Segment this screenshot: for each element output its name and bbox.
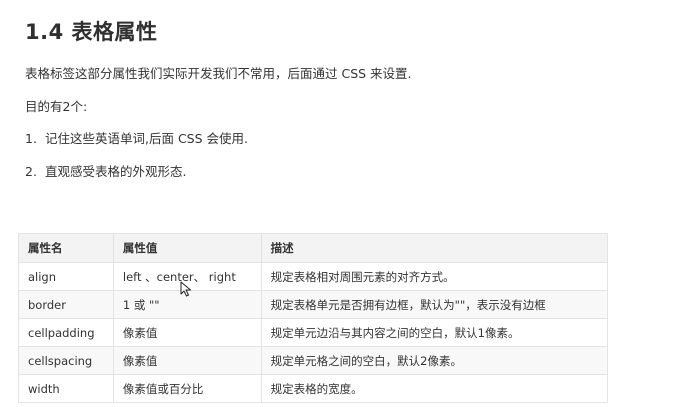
document-page: 1.4 表格属性 表格标签这部分属性我们实际开发我们不常用，后面通过 CSS 来… xyxy=(0,0,685,407)
table-row: border 1 或 "" 规定表格单元是否拥有边框，默认为""，表示没有边框 xyxy=(18,290,609,319)
column-header-description: 描述 xyxy=(260,233,609,263)
attribute-description-cell: 规定单元边沿与其内容之间的空白，默认1像素。 xyxy=(260,318,609,347)
purpose-label: 目的有2个: xyxy=(25,99,88,114)
attribute-value-cell: left 、center、 right xyxy=(112,262,262,291)
intro-paragraph: 表格标签这部分属性我们实际开发我们不常用，后面通过 CSS 来设置. xyxy=(25,66,412,81)
attribute-description-cell: 规定单元格之间的空白，默认2像素。 xyxy=(260,346,609,375)
attribute-name-cell: cellpadding xyxy=(18,318,114,347)
attribute-name-cell: align xyxy=(18,262,114,291)
attribute-name-cell: width xyxy=(18,374,114,403)
attribute-value-cell: 1 或 "" xyxy=(112,290,262,319)
attribute-value-cell: 像素值或百分比 xyxy=(112,374,262,403)
goal-number: 2. xyxy=(25,164,37,179)
table-row: cellpadding 像素值 规定单元边沿与其内容之间的空白，默认1像素。 xyxy=(18,318,609,347)
goal-list-item: 1. 记住这些英语单词,后面 CSS 会使用. xyxy=(25,128,248,147)
section-heading: 1.4 表格属性 xyxy=(25,20,158,44)
table-row: width 像素值或百分比 规定表格的宽度。 xyxy=(18,374,609,403)
goal-number: 1. xyxy=(25,131,37,146)
attribute-name-cell: cellspacing xyxy=(18,346,114,375)
goal-list-item: 2. 直观感受表格的外观形态. xyxy=(25,161,186,180)
column-header-value: 属性值 xyxy=(112,233,262,263)
attribute-description-cell: 规定表格的宽度。 xyxy=(260,374,609,403)
column-header-name: 属性名 xyxy=(18,233,114,263)
attribute-description-cell: 规定表格相对周围元素的对齐方式。 xyxy=(260,262,609,291)
table-header-row: 属性名 属性值 描述 xyxy=(18,233,609,263)
goal-text: 直观感受表格的外观形态. xyxy=(45,164,187,179)
table-row: cellspacing 像素值 规定单元格之间的空白，默认2像素。 xyxy=(18,346,609,375)
goal-text: 记住这些英语单词,后面 CSS 会使用. xyxy=(45,131,248,146)
attribute-description-cell: 规定表格单元是否拥有边框，默认为""，表示没有边框 xyxy=(260,290,609,319)
attribute-value-cell: 像素值 xyxy=(112,346,262,375)
table-row: align left 、center、 right 规定表格相对周围元素的对齐方… xyxy=(18,262,609,291)
table-attributes-table: 属性名 属性值 描述 align left 、center、 right 规定表… xyxy=(18,233,609,403)
attribute-name-cell: border xyxy=(18,290,114,319)
attribute-value-cell: 像素值 xyxy=(112,318,262,347)
